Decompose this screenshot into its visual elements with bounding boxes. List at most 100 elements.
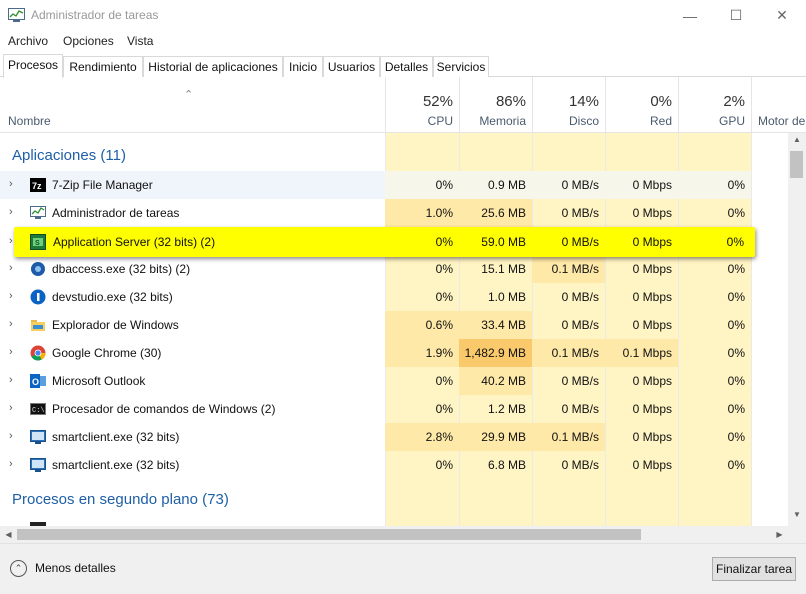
vertical-scroll-thumb[interactable] xyxy=(790,151,803,178)
chevron-up-circle-icon[interactable]: ⌃ xyxy=(10,560,27,577)
table-row[interactable]: › Administrador de tareas 1.0% 25.6 MB 0… xyxy=(0,199,788,227)
expand-chevron-icon[interactable]: › xyxy=(9,346,13,358)
expand-chevron-icon[interactable]: › xyxy=(9,374,13,386)
gpu-cell: 0% xyxy=(727,318,745,332)
menu-opciones[interactable]: Opciones xyxy=(63,34,114,48)
tab-historial[interactable]: Historial de aplicaciones xyxy=(143,56,283,77)
tab-procesos[interactable]: Procesos xyxy=(3,54,63,78)
menu-bar: Archivo Opciones Vista xyxy=(0,31,806,53)
expand-chevron-icon[interactable]: › xyxy=(9,178,13,190)
outlook-icon: O xyxy=(30,374,46,388)
process-name: smartclient.exe (32 bits) xyxy=(52,458,180,472)
cpu-total: 52% xyxy=(422,93,453,110)
disk-cell: 0 MB/s xyxy=(561,458,599,472)
memory-cell: 1.2 MB xyxy=(487,402,526,416)
gpu-cell: 0% xyxy=(727,290,745,304)
expand-chevron-icon[interactable]: › xyxy=(9,206,13,218)
table-row[interactable]: › dbaccess.exe (32 bits) (2) 0% 15.1 MB … xyxy=(0,255,788,283)
network-cell: 0 Mbps xyxy=(632,318,672,332)
gpu-cell: 0% xyxy=(727,374,745,388)
chrome-icon xyxy=(30,345,46,361)
gpu-cell: 0% xyxy=(727,458,745,472)
table-row[interactable]: › O Microsoft Outlook 0% 40.2 MB 0 MB/s … xyxy=(0,367,788,395)
process-name: devstudio.exe (32 bits) xyxy=(52,290,173,304)
table-row[interactable]: › Google Chrome (30) 1.9% 1,482.9 MB 0.1… xyxy=(0,339,788,367)
memory-cell: 33.4 MB xyxy=(459,311,532,339)
scroll-up-icon[interactable]: ▲ xyxy=(788,135,806,151)
column-motor-gpu[interactable]: Motor de xyxy=(751,77,806,133)
horizontal-scroll-thumb[interactable] xyxy=(17,529,641,540)
tab-rendimiento[interactable]: Rendimiento xyxy=(63,56,143,77)
disk-cell: 0 MB/s xyxy=(561,290,599,304)
folder-icon xyxy=(31,320,45,331)
task-manager-icon xyxy=(8,8,25,22)
cpu-cell: 0% xyxy=(435,262,453,276)
end-task-button[interactable]: Finalizar tarea xyxy=(712,557,796,581)
tab-inicio[interactable]: Inicio xyxy=(283,56,323,77)
smartclient-icon xyxy=(30,430,46,444)
menu-archivo[interactable]: Archivo xyxy=(8,34,48,48)
tab-usuarios[interactable]: Usuarios xyxy=(323,56,380,77)
devstudio-icon xyxy=(30,289,46,305)
column-red[interactable]: 0% Red xyxy=(605,77,678,133)
network-cell: 0 Mbps xyxy=(632,430,672,444)
table-row[interactable]: › devstudio.exe (32 bits) 0% 1.0 MB 0 MB… xyxy=(0,283,788,311)
scroll-left-icon[interactable]: ◀ xyxy=(0,526,17,543)
expand-chevron-icon[interactable]: › xyxy=(9,262,13,274)
tab-detalles[interactable]: Detalles xyxy=(380,56,433,77)
column-gpu[interactable]: 2% GPU xyxy=(678,77,751,133)
gpu-cell: 0% xyxy=(727,262,745,276)
table-row[interactable]: › C:\ Procesador de comandos de Windows … xyxy=(0,395,788,423)
expand-chevron-icon[interactable]: › xyxy=(9,430,13,442)
cpu-cell: 0% xyxy=(385,171,459,199)
memory-cell: 59.0 MB xyxy=(481,235,526,249)
memory-label: Memoria xyxy=(479,114,526,128)
svg-text:7z: 7z xyxy=(32,181,42,191)
network-label: Red xyxy=(649,114,672,128)
process-name: 7-Zip File Manager xyxy=(52,178,153,192)
footer-bar: ⌃ Menos detalles Finalizar tarea xyxy=(0,543,806,594)
cmd-icon: C:\ xyxy=(30,403,46,415)
column-disco[interactable]: 14% Disco xyxy=(532,77,605,133)
cpu-cell: 0% xyxy=(435,374,453,388)
scroll-down-icon[interactable]: ▼ xyxy=(788,510,806,526)
horizontal-scrollbar[interactable]: ◀ ▶ xyxy=(0,526,806,543)
expand-chevron-icon[interactable]: › xyxy=(9,458,13,470)
expand-chevron-icon[interactable]: › xyxy=(9,290,13,302)
disk-cell: 0.1 MB/s xyxy=(532,339,605,367)
expand-chevron-icon[interactable]: › xyxy=(9,402,13,414)
network-cell: 0 Mbps xyxy=(632,235,672,249)
table-row[interactable]: › Explorador de Windows 0.6% 33.4 MB 0 M… xyxy=(0,311,788,339)
table-row[interactable]: › 7z 7-Zip File Manager 0% 0.9 MB 0 MB/s… xyxy=(0,171,788,199)
gpu-cell: 0% xyxy=(726,235,744,249)
less-details-link[interactable]: Menos detalles xyxy=(35,561,116,575)
gpu-cell: 0% xyxy=(727,346,745,360)
memory-cell: 0.9 MB xyxy=(459,171,532,199)
vertical-scrollbar[interactable]: ▲ ▼ xyxy=(788,133,806,526)
maximize-icon: ☐ xyxy=(729,7,743,23)
minimize-button[interactable]: — xyxy=(667,0,713,31)
maximize-button[interactable]: ☐ xyxy=(713,0,759,31)
cpu-cell: 2.8% xyxy=(385,423,459,451)
memory-cell: 25.6 MB xyxy=(459,199,532,227)
title-bar: Administrador de tareas — ☐ ✕ xyxy=(0,0,806,31)
smartclient-icon xyxy=(30,458,46,472)
process-name: Google Chrome (30) xyxy=(52,346,162,360)
task-manager-icon xyxy=(30,206,46,219)
column-cpu[interactable]: 52% CPU xyxy=(385,77,459,133)
tab-servicios[interactable]: Servicios xyxy=(433,56,489,77)
expand-chevron-icon[interactable]: › xyxy=(9,235,13,247)
table-row[interactable]: › smartclient.exe (32 bits) 2.8% 29.9 MB… xyxy=(0,423,788,451)
close-button[interactable]: ✕ xyxy=(759,0,805,31)
column-nombre[interactable]: Nombre xyxy=(8,114,51,128)
gpu-label: GPU xyxy=(718,114,745,128)
table-row[interactable]: › smartclient.exe (32 bits) 0% 6.8 MB 0 … xyxy=(0,451,788,479)
column-header: ⌃ Nombre 52% CPU 86% Memoria 14% Disco 0… xyxy=(0,77,806,133)
gpu-total: 2% xyxy=(723,93,745,110)
application-server-icon: S xyxy=(30,234,46,250)
expand-chevron-icon[interactable]: › xyxy=(9,318,13,330)
menu-vista[interactable]: Vista xyxy=(127,34,153,48)
column-memoria[interactable]: 86% Memoria xyxy=(459,77,532,133)
highlighted-row[interactable]: › S Application Server (32 bits) (2) 0% … xyxy=(9,227,755,257)
scroll-right-icon[interactable]: ▶ xyxy=(771,526,788,543)
